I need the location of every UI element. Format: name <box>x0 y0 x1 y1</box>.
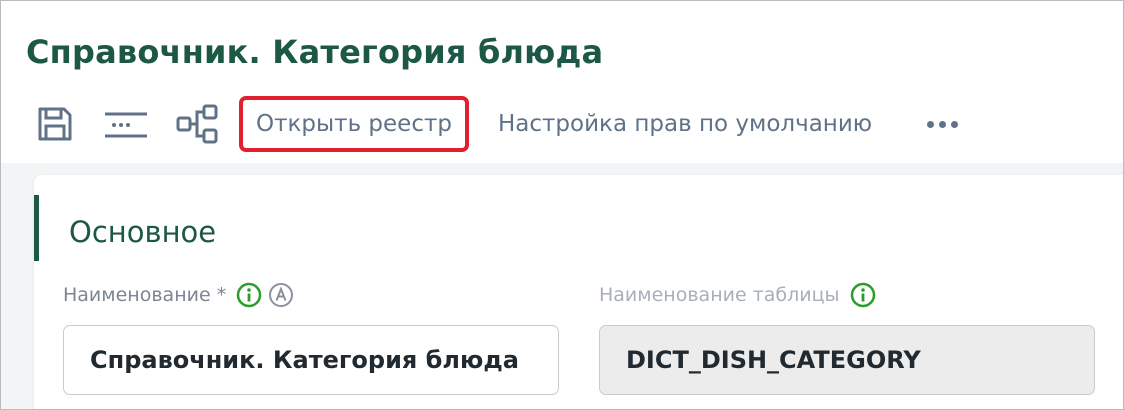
fields-list-icon <box>105 112 147 138</box>
table-name-input: DICT_DISH_CATEGORY <box>599 325 1095 395</box>
table-name-field-label: Наименование таблицы <box>599 281 876 309</box>
relations-diagram-icon <box>176 104 218 144</box>
form-window: Справочник. Категория блюда Открыть реес… <box>0 0 1124 410</box>
save-icon <box>38 107 72 141</box>
info-icon[interactable] <box>850 282 876 308</box>
save-button[interactable] <box>32 101 78 147</box>
section-title: Основное <box>69 215 217 249</box>
name-field-label: Наименование * <box>63 281 294 309</box>
section-accent-bar <box>34 195 39 261</box>
open-registry-button[interactable]: Открыть реестр <box>239 96 469 152</box>
form-content: Основное Наименование * Справочник. Кате… <box>1 163 1123 409</box>
name-input[interactable]: Справочник. Категория блюда <box>63 325 559 395</box>
toolbar: Открыть реестр Настройка прав по умолчан… <box>1 96 1123 153</box>
section-card: Основное Наименование * Справочник. Кате… <box>34 175 1123 409</box>
table-name-label-text: Наименование таблицы <box>599 284 840 306</box>
page-title: Справочник. Категория блюда <box>26 33 604 71</box>
auto-icon[interactable] <box>268 282 294 308</box>
header: Справочник. Категория блюда Открыть реес… <box>1 1 1123 163</box>
relations-button[interactable] <box>175 101 221 147</box>
default-rights-button[interactable]: Настройка прав по умолчанию <box>498 97 872 151</box>
more-horizontal-icon <box>924 120 960 128</box>
fields-button[interactable] <box>103 101 149 147</box>
name-label-text: Наименование * <box>63 284 227 306</box>
more-button[interactable] <box>919 101 965 147</box>
info-icon[interactable] <box>236 282 262 308</box>
